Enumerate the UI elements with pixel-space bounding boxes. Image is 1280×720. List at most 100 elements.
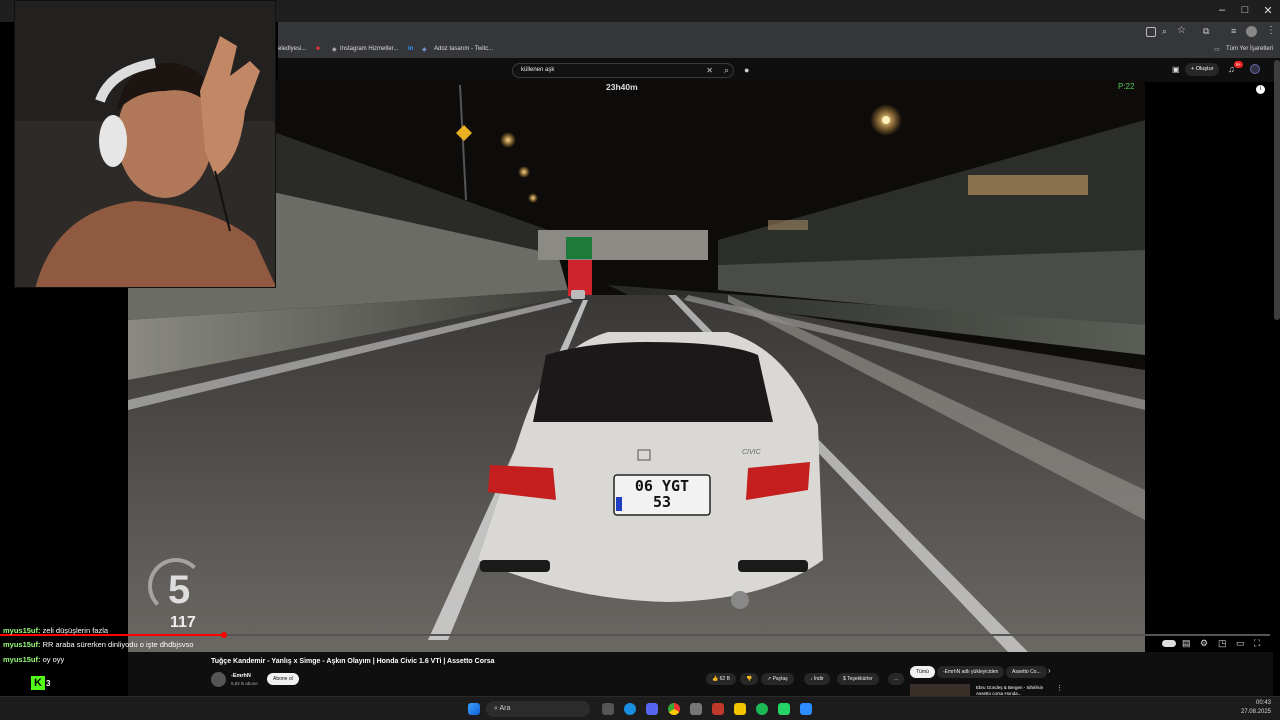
folder-icon[interactable] (734, 703, 746, 715)
share-button[interactable]: ↗ Paylaş (761, 673, 794, 685)
close-window-button[interactable]: ✕ (1258, 4, 1278, 17)
search-input[interactable]: küllenen aşk ✕ ⌕ (512, 63, 734, 78)
subtitles-icon[interactable]: ▤ (1182, 638, 1191, 649)
video-title: Tuğçe Kandemir - Yanlış x Simge - Aşkın … (211, 658, 495, 665)
chip-assetto[interactable]: Assetto Co... (1006, 666, 1047, 678)
dislike-button[interactable]: 👎 (740, 673, 759, 685)
chat-text: RR araba sürerken dinliyodu o işte dhdbj… (40, 640, 194, 649)
create-button[interactable]: + Oluştur (1185, 63, 1220, 76)
windows-taskbar: ⌕ Ara 00:43 27.08.2025 (0, 696, 1280, 720)
like-count: 62 B (719, 676, 730, 682)
zoom-app-icon[interactable] (800, 703, 812, 715)
like-button[interactable]: 👍 62 B (706, 673, 736, 685)
plate-line-2: 53 (652, 493, 672, 511)
cast-icon[interactable] (1146, 27, 1156, 37)
create-label: Oluştur (1195, 66, 1214, 72)
zoom-icon[interactable]: ⌕ (1162, 26, 1167, 37)
channel-avatar[interactable] (211, 672, 226, 687)
bookmarks-bar: eledlyesi... ■ ◆ Instagram Hizmetler... … (278, 42, 1280, 58)
thumbs-up-icon: 👍 (712, 676, 720, 682)
green-road-sign (566, 237, 592, 259)
player-controls: ▤ ⚙ ◳ ▭ ⛶ (128, 638, 1273, 652)
bookmark-icon: ◈ (422, 47, 427, 53)
chip-uploader[interactable]: -EmrhN adlı yükleyiciden (937, 666, 1005, 678)
gear-indicator: 5 (168, 568, 191, 612)
settings-gear-icon[interactable]: ⚙ (1200, 638, 1208, 649)
minimize-button[interactable]: – (1212, 4, 1232, 16)
whatsapp-icon[interactable] (778, 703, 790, 715)
video-player[interactable]: 06 YGT 53 CIVIC 23h40m P:22 5 117 (128, 80, 1145, 652)
race-clock: 23h40m (606, 82, 638, 92)
share-label: Paylaş (772, 676, 788, 682)
car-badge: CIVIC (742, 449, 761, 456)
microphone-icon[interactable]: ● (744, 65, 749, 75)
recommended-more-icon[interactable]: ⋮ (1056, 684, 1063, 692)
bookmark-item[interactable]: Adoz tasarım - Twitc... (434, 46, 493, 52)
discord-icon[interactable] (646, 703, 658, 715)
autoplay-toggle[interactable] (1162, 640, 1176, 647)
kick-viewer-count: 3 (46, 679, 51, 688)
chat-username: myus15uf: (3, 655, 41, 664)
search-value: küllenen aşk (521, 67, 555, 73)
task-view-icon[interactable] (602, 703, 614, 715)
download-label: İndir (813, 676, 824, 682)
all-bookmarks-link[interactable]: Tüm Yer İşaretleri (1226, 46, 1273, 52)
channel-name[interactable]: -EmrhN (231, 673, 251, 679)
chat-text: zeli düşüşlerin fazla (40, 626, 109, 635)
spotify-icon[interactable] (756, 703, 768, 715)
game-scene (128, 80, 1145, 652)
settings-icon[interactable] (690, 703, 702, 715)
app-icon[interactable] (712, 703, 724, 715)
info-icon[interactable]: i (1256, 85, 1265, 94)
notification-badge: 9+ (1234, 61, 1244, 68)
taskbar-search[interactable]: ⌕ Ara (486, 701, 590, 717)
more-actions-button[interactable]: ... (888, 673, 905, 685)
taskbar-search-placeholder: Ara (499, 705, 511, 712)
chat-message: myus15uf: RR araba sürerken dinliyodu o … (3, 640, 194, 649)
subscribe-button[interactable]: Abone ol (267, 673, 299, 685)
race-position: P:22 (1118, 82, 1135, 91)
progress-track[interactable] (0, 632, 1270, 638)
clear-search-icon[interactable]: ✕ (706, 66, 713, 75)
channel-avatar[interactable] (1250, 64, 1260, 74)
plate-line-1: 06 YGT (634, 477, 690, 495)
scrollbar-thumb[interactable] (1274, 60, 1280, 320)
speed-readout: 117 (170, 614, 196, 631)
kebab-menu-icon[interactable]: ⋮ (1266, 25, 1276, 36)
browser-toolbar: ⌕ ☆ ⧉ ≡ ⋮ (278, 22, 1280, 42)
kick-logo: K (31, 676, 45, 690)
edge-icon[interactable] (624, 703, 636, 715)
chips-next-icon[interactable]: › (1048, 666, 1051, 675)
camera-icon[interactable]: ▣ (1172, 65, 1180, 74)
extensions-icon[interactable]: ⧉ (1203, 26, 1209, 37)
youtube-header: ▣ + Oluştur ♫ 9+ (278, 58, 1280, 82)
bookmark-item[interactable]: eledlyesi... (278, 46, 306, 52)
bookmark-star-icon[interactable]: ☆ (1177, 25, 1186, 36)
instagram-icon: ◆ (332, 47, 337, 53)
windows-start-icon[interactable] (468, 703, 480, 715)
profile-avatar[interactable] (1246, 26, 1257, 37)
search-icon[interactable]: ⌕ (724, 65, 729, 76)
thumbs-down-icon: 👎 (746, 676, 753, 682)
video-meta: Tuğçe Kandemir - Yanlış x Simge - Aşkın … (128, 652, 1273, 700)
fullscreen-icon[interactable]: ⛶ (1254, 638, 1260, 649)
theater-mode-icon[interactable]: ▭ (1236, 638, 1245, 649)
folder-icon: ▭ (1214, 47, 1220, 53)
miniplayer-icon[interactable]: ◳ (1218, 638, 1227, 649)
youtube-bookmark-icon[interactable]: ■ (316, 46, 320, 52)
chat-username: myus15uf: (3, 640, 41, 649)
maximize-button[interactable]: □ (1235, 4, 1255, 16)
chat-username: myus15uf: (3, 626, 41, 635)
bookmark-item[interactable]: Instagram Hizmetler... (340, 46, 398, 52)
menu-lines-icon[interactable]: ≡ (1231, 26, 1236, 36)
chip-all[interactable]: Tümü (910, 666, 935, 678)
subscriber-count: 5,82 B abone (231, 681, 258, 686)
linkedin-icon[interactable]: in (408, 46, 413, 52)
chat-text: oy oyy (40, 655, 65, 664)
thanks-button[interactable]: $ Teşekkürler (837, 673, 879, 685)
taskbar-time: 00:43 (1255, 700, 1271, 706)
chrome-icon[interactable] (668, 703, 680, 715)
chat-message: myus15uf: zeli düşüşlerin fazla (3, 626, 108, 635)
webcam-overlay (14, 0, 276, 288)
download-button[interactable]: ↓ İndir (804, 673, 830, 685)
